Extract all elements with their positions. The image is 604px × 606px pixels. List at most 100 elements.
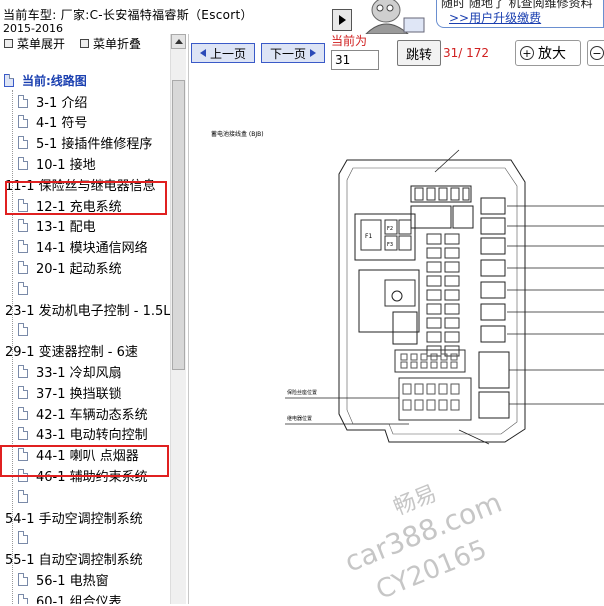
note-fuse-position: 保险丝座位置	[287, 389, 317, 396]
arrow-right-icon	[310, 49, 316, 57]
tree-item[interactable]: 56-1 电热窗	[18, 569, 109, 589]
menu-expand-label: 菜单展开	[17, 37, 66, 51]
tree-item-label: 56-1 电热窗	[36, 573, 109, 589]
document-icon	[18, 385, 28, 399]
tree-item[interactable]: 54-1 手动空调控制系统	[5, 507, 143, 527]
page-toolbar: 上一页 下一页 当前为 跳转 31/ 172 + 放大 −	[189, 34, 604, 74]
zoom-in-button[interactable]: + 放大	[515, 40, 581, 66]
expand-icon	[4, 39, 13, 48]
document-icon	[18, 427, 28, 441]
zoom-in-icon: +	[520, 46, 534, 60]
tree-item[interactable]: 42-1 车辆动态系统	[18, 403, 148, 423]
zoom-out-button[interactable]: −	[587, 40, 604, 66]
connector-block	[358, 269, 420, 333]
next-page-label: 下一页	[269, 46, 306, 61]
scroll-up-button[interactable]	[171, 34, 186, 49]
tree-item[interactable]: 3-1 介绍	[18, 91, 87, 111]
note-relay-position: 继电器位置	[287, 415, 312, 422]
mascot-icon	[365, 0, 425, 34]
tree-item[interactable]: 10-1 接地	[18, 153, 96, 173]
tree-item-label: 13-1 配电	[36, 220, 96, 236]
svg-text:F2: F2	[387, 226, 393, 232]
sidebar-tree: 菜单展开 菜单折叠 当前:线路图 3-1 介绍 4-1 符号 5-1 接插件维修程序 1…	[0, 34, 189, 604]
tree-item[interactable]: 29-1 变速器控制 - 6速	[5, 341, 138, 361]
tree-item[interactable]: 37-1 换挡联锁	[18, 382, 122, 402]
zoom-out-icon: −	[590, 46, 604, 60]
collapse-icon	[80, 39, 89, 48]
document-icon	[18, 240, 28, 254]
tree-item-label: 37-1 换挡联锁	[36, 386, 122, 402]
tree-group-label: 23-1 发动机电子控制 - 1.5L	[5, 303, 171, 319]
tree-item[interactable]: 33-1 冷却风扇	[18, 361, 122, 381]
page-number-input[interactable]	[331, 50, 379, 70]
tree-item[interactable]: 5-1 接插件维修程序	[18, 133, 152, 153]
fuse-grid	[426, 233, 460, 357]
document-icon	[18, 281, 28, 295]
tree-group-label: 54-1 手动空调控制系统	[5, 511, 143, 527]
menu-collapse-button[interactable]: 菜单折叠	[80, 35, 141, 52]
tree-item[interactable]: 23-1 发动机电子控制 - 1.5L	[5, 299, 171, 319]
document-icon	[18, 364, 28, 378]
tree-item[interactable]: 20-1 起动系统	[18, 257, 122, 277]
menu-expand-button[interactable]: 菜单展开	[4, 35, 65, 52]
tree-item[interactable]: 43-1 电动转向控制	[18, 424, 148, 444]
window-header: 当前车型: 厂家:C-长安福特福睿斯（Escort） 2015-2016	[0, 0, 330, 34]
document-icon	[18, 489, 28, 503]
sidebar-scrollbar[interactable]	[170, 34, 186, 604]
tree-item-label: 3-1 介绍	[36, 95, 88, 111]
document-icon	[18, 531, 28, 545]
tree-item[interactable]	[18, 278, 36, 298]
document-icon	[18, 406, 28, 420]
tree-item-label: 10-1 接地	[36, 157, 96, 173]
tree-item-label: 42-1 车辆动态系统	[36, 407, 148, 423]
tree-item[interactable]: 60-1 组合仪表	[18, 590, 122, 604]
sidebar-toolbar: 菜单展开 菜单折叠	[0, 34, 186, 52]
document-icon	[18, 219, 28, 233]
tree-item-label: 33-1 冷却风扇	[36, 365, 122, 381]
svg-text:F3: F3	[387, 242, 393, 248]
svg-text:F1: F1	[365, 233, 372, 240]
document-icon	[18, 156, 28, 170]
tree-item-label: 5-1 接插件维修程序	[36, 137, 153, 153]
jump-button[interactable]: 跳转	[397, 40, 441, 66]
document-icon	[18, 94, 28, 108]
promo-banner: 随时 随地了 机查阅维修资料 >>用户升级缴费	[436, 0, 604, 28]
zoom-in-label: 放大	[538, 46, 566, 62]
highlight-box	[0, 445, 169, 477]
tree-item[interactable]: 14-1 模块通信网络	[18, 237, 148, 257]
next-page-button[interactable]: 下一页	[261, 43, 325, 63]
tree-item-label: 14-1 模块通信网络	[36, 241, 148, 257]
folder-icon	[4, 73, 14, 87]
tree-group-label: 55-1 自动空调控制系统	[5, 553, 143, 569]
document-icon	[18, 115, 28, 129]
tree-item[interactable]: 55-1 自动空调控制系统	[5, 549, 143, 569]
prev-page-label: 上一页	[209, 46, 246, 61]
tree-item[interactable]	[18, 320, 36, 340]
tree-item-label: 20-1 起动系统	[36, 261, 122, 277]
play-arrow-icon	[338, 15, 346, 25]
document-icon	[18, 323, 28, 337]
document-icon	[18, 572, 28, 586]
tree-item-label: 60-1 组合仪表	[36, 594, 122, 604]
tree-item[interactable]	[18, 528, 36, 548]
tree-root[interactable]: 当前:线路图	[4, 70, 87, 90]
document-icon	[18, 593, 28, 604]
document-icon	[18, 136, 28, 150]
arrow-left-icon	[199, 49, 206, 57]
diagram-title: 蓄电池接线盒 (BJB)	[211, 130, 264, 138]
scroll-thumb[interactable]	[172, 80, 185, 370]
tree-item-label: 4-1 符号	[36, 116, 88, 132]
upgrade-link[interactable]: >>用户升级缴费	[449, 9, 541, 26]
tree-item[interactable]: 13-1 配电	[18, 216, 96, 236]
tree-root-label: 当前:线路图	[22, 73, 87, 88]
document-icon	[18, 260, 28, 274]
highlight-box	[5, 181, 167, 215]
tree-item[interactable]	[18, 486, 36, 506]
tree-item[interactable]: 4-1 符号	[18, 112, 87, 132]
menu-collapse-label: 菜单折叠	[93, 37, 142, 51]
tree-item-label: 43-1 电动转向控制	[36, 428, 148, 444]
toggle-panel-button[interactable]	[332, 9, 352, 31]
prev-page-button[interactable]: 上一页	[191, 43, 255, 63]
page-count: 31/ 172	[443, 46, 490, 60]
current-page-label: 当前为	[331, 34, 368, 48]
